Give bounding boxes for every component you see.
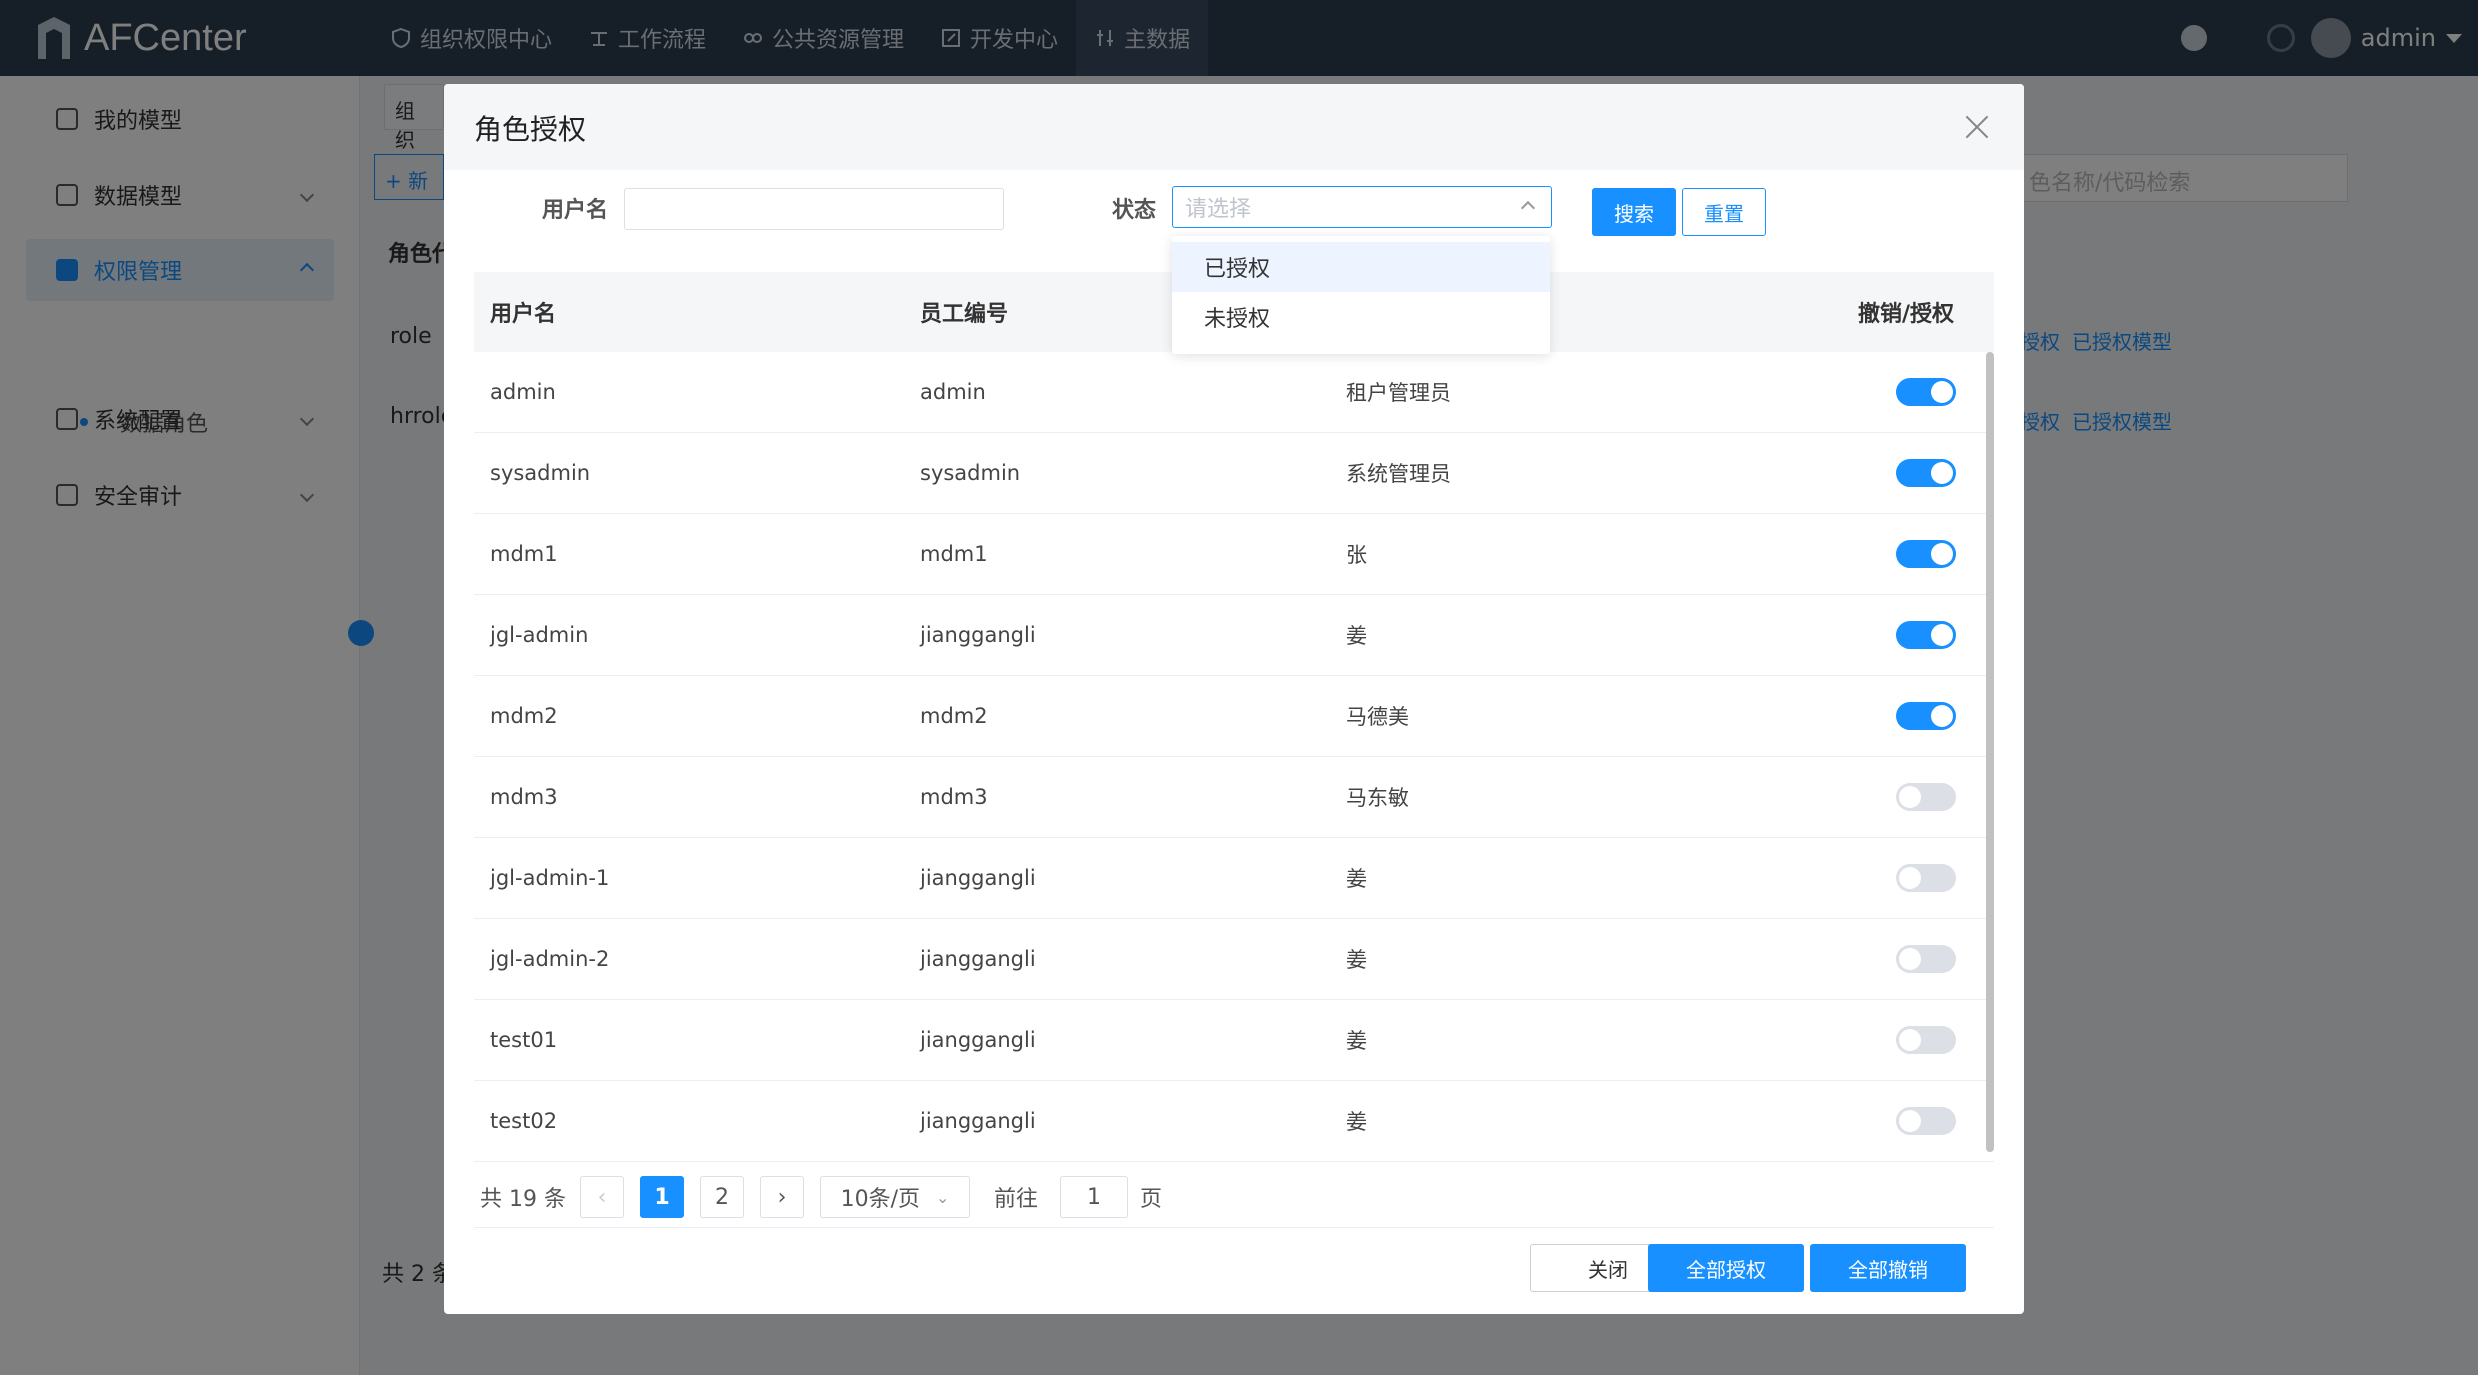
- cell-employee-no: sysadmin: [920, 461, 1021, 485]
- auth-toggle[interactable]: [1896, 378, 1956, 406]
- cell-username: mdm1: [490, 542, 558, 566]
- col-username: 用户名: [490, 302, 557, 327]
- table-row: mdm1 mdm1 张: [474, 514, 1994, 595]
- cell-name: 姜: [1346, 948, 1367, 972]
- auth-toggle[interactable]: [1896, 702, 1956, 730]
- cell-name: 姜: [1346, 1110, 1367, 1134]
- page-2-button[interactable]: 2: [700, 1176, 744, 1218]
- auth-toggle[interactable]: [1896, 621, 1956, 649]
- goto-input[interactable]: 1: [1060, 1176, 1128, 1218]
- cell-employee-no: admin: [920, 380, 986, 404]
- close-icon[interactable]: [1964, 114, 1990, 140]
- cell-employee-no: mdm2: [920, 704, 988, 728]
- cell-username: mdm2: [490, 704, 558, 728]
- dialog-title: 角色授权: [474, 113, 587, 146]
- table-scrollbar[interactable]: [1986, 352, 1994, 1152]
- auth-toggle[interactable]: [1896, 945, 1956, 973]
- page-size-value: 10条/页: [840, 1187, 920, 1212]
- cell-username: jgl-admin-2: [490, 947, 610, 971]
- cell-name: 姜: [1346, 1029, 1367, 1053]
- cell-name: 租户管理员: [1346, 381, 1451, 405]
- table-body: admin admin 租户管理员 sysadmin sysadmin 系统管理员 mdm1…: [474, 352, 1994, 1162]
- table-row: test01 jianggangli 姜: [474, 1000, 1994, 1081]
- cell-employee-no: jianggangli: [920, 866, 1036, 890]
- auth-toggle[interactable]: [1896, 540, 1956, 568]
- grant-all-button[interactable]: 全部授权: [1648, 1244, 1804, 1292]
- status-label: 状态: [1112, 198, 1157, 223]
- auth-toggle[interactable]: [1896, 864, 1956, 892]
- cell-username: mdm3: [490, 785, 558, 809]
- cell-name: 马东敏: [1346, 786, 1409, 810]
- cell-employee-no: jianggangli: [920, 947, 1036, 971]
- cell-username: test01: [490, 1028, 558, 1052]
- dialog-header: 角色授权: [444, 84, 2024, 170]
- cell-employee-no: jianggangli: [920, 1109, 1036, 1133]
- cell-username: admin: [490, 380, 556, 404]
- username-label: 用户名: [542, 198, 609, 223]
- cell-name: 马德美: [1346, 705, 1409, 729]
- prev-page-button[interactable]: ‹: [580, 1176, 624, 1218]
- table-row: jgl-admin-1 jianggangli 姜: [474, 838, 1994, 919]
- table-row: jgl-admin-2 jianggangli 姜: [474, 919, 1994, 1000]
- status-placeholder: 请选择: [1185, 197, 1252, 222]
- cell-employee-no: jianggangli: [920, 623, 1036, 647]
- page-size-select[interactable]: 10条/页 ⌄: [820, 1176, 970, 1218]
- auth-toggle[interactable]: [1896, 1107, 1956, 1135]
- table-row: jgl-admin jianggangli 姜: [474, 595, 1994, 676]
- page-1-button[interactable]: 1: [640, 1176, 684, 1218]
- chevron-up-icon: [1520, 200, 1536, 216]
- table-row: test02 jianggangli 姜: [474, 1081, 1994, 1162]
- goto-label: 前往: [994, 1187, 1039, 1212]
- auth-toggle[interactable]: [1896, 783, 1956, 811]
- page-unit: 页: [1140, 1187, 1163, 1212]
- reset-button[interactable]: 重置: [1682, 188, 1766, 236]
- user-table: 用户名 员工编号 撤销/授权 admin admin 租户管理员 sysadmin sy…: [474, 272, 1994, 1162]
- table-row: mdm2 mdm2 马德美: [474, 676, 1994, 757]
- role-auth-dialog: 角色授权 用户名 状态 请选择 搜索 重置 已授权 未授权 用户名 员工编号 撤…: [444, 84, 2024, 1314]
- dropdown-option-authorized[interactable]: 已授权: [1172, 242, 1550, 292]
- col-toggle: 撤销/授权: [1857, 302, 1954, 327]
- table-row: admin admin 租户管理员: [474, 352, 1994, 433]
- search-button[interactable]: 搜索: [1592, 188, 1676, 236]
- table-row: sysadmin sysadmin 系统管理员: [474, 433, 1994, 514]
- chevron-down-icon: ⌄: [936, 1187, 950, 1207]
- table-row: mdm3 mdm3 马东敏: [474, 757, 1994, 838]
- cell-username: test02: [490, 1109, 558, 1133]
- cell-employee-no: mdm3: [920, 785, 988, 809]
- dropdown-option-unauthorized[interactable]: 未授权: [1172, 292, 1550, 342]
- username-input[interactable]: [624, 188, 1004, 230]
- cell-name: 姜: [1346, 624, 1367, 648]
- pagination: 共 19 条 ‹ 1 2 › 10条/页 ⌄ 前往 1 页: [474, 1166, 1994, 1228]
- cell-employee-no: mdm1: [920, 542, 988, 566]
- cell-name: 姜: [1346, 867, 1367, 891]
- cell-name: 系统管理员: [1346, 462, 1451, 486]
- auth-toggle[interactable]: [1896, 459, 1956, 487]
- cell-username: sysadmin: [490, 461, 591, 485]
- cell-employee-no: jianggangli: [920, 1028, 1036, 1052]
- next-page-button[interactable]: ›: [760, 1176, 804, 1218]
- status-dropdown: 已授权 未授权: [1172, 236, 1550, 354]
- pagination-total: 共 19 条: [480, 1187, 566, 1212]
- cell-username: jgl-admin-1: [490, 866, 610, 890]
- revoke-all-button[interactable]: 全部撤销: [1810, 1244, 1966, 1292]
- cell-name: 张: [1346, 543, 1367, 567]
- col-employee-no: 员工编号: [920, 302, 1009, 327]
- cell-username: jgl-admin: [490, 623, 589, 647]
- status-select[interactable]: 请选择: [1172, 186, 1552, 228]
- auth-toggle[interactable]: [1896, 1026, 1956, 1054]
